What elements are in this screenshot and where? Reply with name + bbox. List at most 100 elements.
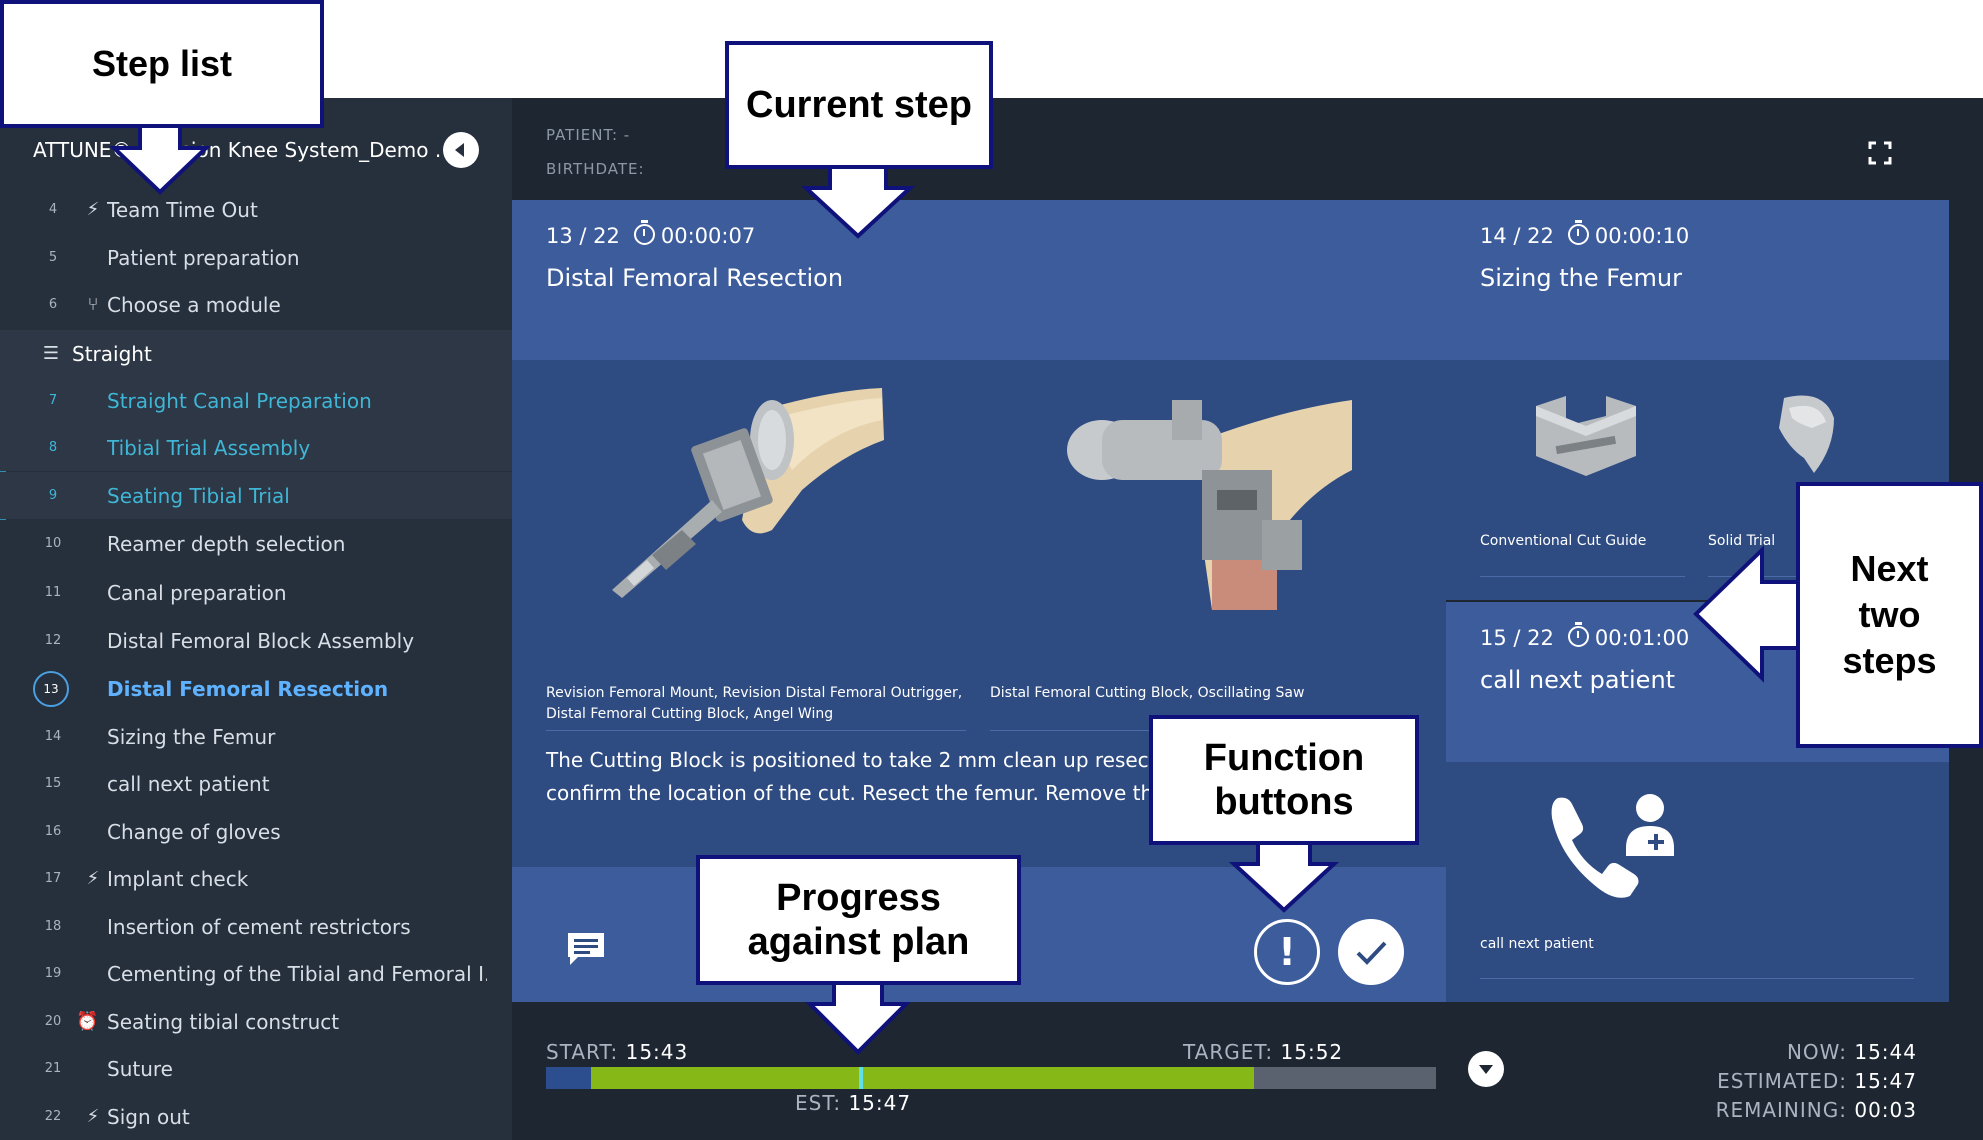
step-number: 18 [44,919,62,934]
step-label: Sign out [107,1104,190,1129]
estimated-marker [859,1067,864,1089]
step-number: 10 [44,536,62,551]
step-group-straight[interactable]: ☰ Straight [0,330,512,377]
step-list-item[interactable]: 18 Insertion of cement restrictors [0,903,512,950]
callout-step-list: Step list [0,0,324,128]
step-list-item[interactable]: 8 Tibial Trial Assembly [0,424,512,471]
step-list-item[interactable]: 16 Change of gloves [0,808,512,855]
step-number: 16 [44,824,62,839]
step-list-item[interactable]: 21 Suture [0,1045,512,1092]
step-list-item[interactable]: 11 Canal preparation [0,569,512,616]
image-1-caption: Revision Femoral Mount, Revision Distal … [546,685,963,722]
alert-button[interactable]: ! [1254,919,1320,985]
step-number: 22 [44,1109,62,1124]
step-list-item[interactable]: 14 Sizing the Femur [0,713,512,760]
step-list-item[interactable]: 7 Straight Canal Preparation [0,377,512,424]
next-step-1-index: 14 / 22 [1480,224,1554,248]
step-list-item[interactable]: 12 Distal Femoral Block Assembly [0,617,512,664]
next-step-1-meta: 14 / 22 00:00:10 [1480,220,1690,248]
checkmark-icon [1356,941,1387,965]
callout-progress-line-1: Progress [776,877,941,919]
step-list-item[interactable]: Distal Femoral Resection [0,665,512,712]
est-time-value: 15:47 [848,1091,912,1115]
callout-next-line-3: steps [1842,640,1937,681]
step-label: Distal Femoral Resection [107,676,389,701]
step-label: Straight [72,341,152,366]
expand-progress-button[interactable] [1468,1051,1504,1087]
step-label: Sizing the Femur [107,724,276,749]
callout-next-line-2: two [1858,594,1921,635]
now-time: NOW: 15:44 [1787,1040,1917,1064]
complete-step-button[interactable] [1338,919,1404,985]
step-label: Seating Tibial Trial [107,483,290,508]
remaining-time: REMAINING: 00:03 [1716,1098,1917,1122]
stopwatch-icon [1567,622,1589,647]
remaining-time-value: 00:03 [1854,1098,1917,1122]
step-label: Team Time Out [107,197,258,222]
phone-nurse-icon [1551,794,1674,898]
step-list-item[interactable]: 22 ⚡ Sign out [0,1093,512,1140]
cutting-block-saw-image [1067,400,1352,610]
callout-progress-against-plan: Progress against plan [696,855,1021,985]
step-number: 5 [48,250,58,265]
birthdate-label: BIRTHDATE: [546,160,645,178]
estimated-time-value: 15:47 [1854,1069,1917,1093]
caption-divider [546,730,966,731]
next-step-2-index: 15 / 22 [1480,626,1554,650]
step-label: Change of gloves [107,819,281,844]
lightning-icon: ⚡ [86,868,100,889]
step-number: 21 [44,1061,62,1076]
collapse-sidebar-button[interactable] [443,132,479,168]
est-label-text: EST: [795,1091,842,1115]
patient-label: PATIENT: - [546,126,631,144]
step-list-item[interactable]: 20 ⏰ Seating tibial construct [0,998,512,1045]
current-step-index: 13 / 22 [546,224,620,248]
step-list-item[interactable]: 9 Seating Tibial Trial [0,472,512,519]
step-label: Implant check [107,866,249,891]
comment-icon[interactable] [566,931,606,967]
next-step-1-name: Sizing the Femur [1480,264,1682,292]
current-step-timer: 00:00:07 [660,224,756,248]
lightning-icon: ⚡ [86,1106,100,1127]
next-step-1-timer: 00:00:10 [1594,224,1690,248]
target-label-text: TARGET: [1183,1040,1274,1064]
progress-fill [590,1067,1254,1089]
callout-function-line-2: buttons [1214,781,1354,823]
branch-icon: ⑂ [87,294,99,315]
step-number: 9 [48,488,58,503]
next-step-1-caption-1: Conventional Cut Guide [1480,533,1647,549]
now-time-value: 15:44 [1854,1040,1917,1064]
step-list-item[interactable]: 10 Reamer depth selection [0,520,512,567]
caption-divider [1480,978,1914,979]
next-step-1-caption-2: Solid Trial [1708,533,1776,549]
step-label: Distal Femoral Block Assembly [107,628,415,653]
step-list-item[interactable]: 5 Patient preparation [0,234,512,281]
fullscreen-icon[interactable] [1868,141,1892,165]
step-list-item[interactable]: 17 ⚡ Implant check [0,855,512,902]
list-indent-icon: ☰ [42,343,60,364]
est-time-label: EST: 15:47 [795,1091,911,1115]
next-step-2-timer: 00:01:00 [1594,626,1690,650]
start-time-label: START: 15:43 [546,1040,688,1064]
caption-divider [1480,576,1685,577]
callout-next-two-steps: Next two steps [1796,482,1983,748]
step-list-item[interactable]: 19 Cementing of the Tibial and Femoral I.… [0,950,512,997]
step-number: 12 [44,633,62,648]
step-number: 7 [48,393,58,408]
step-list-item[interactable]: 6 ⑂ Choose a module [0,281,512,328]
step-number: 6 [48,297,58,312]
image-2-caption: Distal Femoral Cutting Block, Oscillatin… [990,685,1305,701]
step-number: 17 [44,871,62,886]
next-step-2-caption: call next patient [1480,936,1594,952]
estimated-label-text: ESTIMATED: [1717,1069,1847,1093]
step-list-item[interactable]: 15 call next patient [0,760,512,807]
step-number: 15 [44,776,62,791]
stopwatch-icon [1567,220,1589,245]
alarm-clock-icon: ⏰ [76,1011,99,1032]
femoral-mount-image [612,388,884,598]
cut-guide-image [1536,396,1636,476]
step-list-item[interactable]: 4 ⚡ Team Time Out [0,186,512,233]
progress-start-segment [546,1067,591,1089]
step-number: 11 [44,585,62,600]
callout-current-step: Current step [725,41,993,169]
